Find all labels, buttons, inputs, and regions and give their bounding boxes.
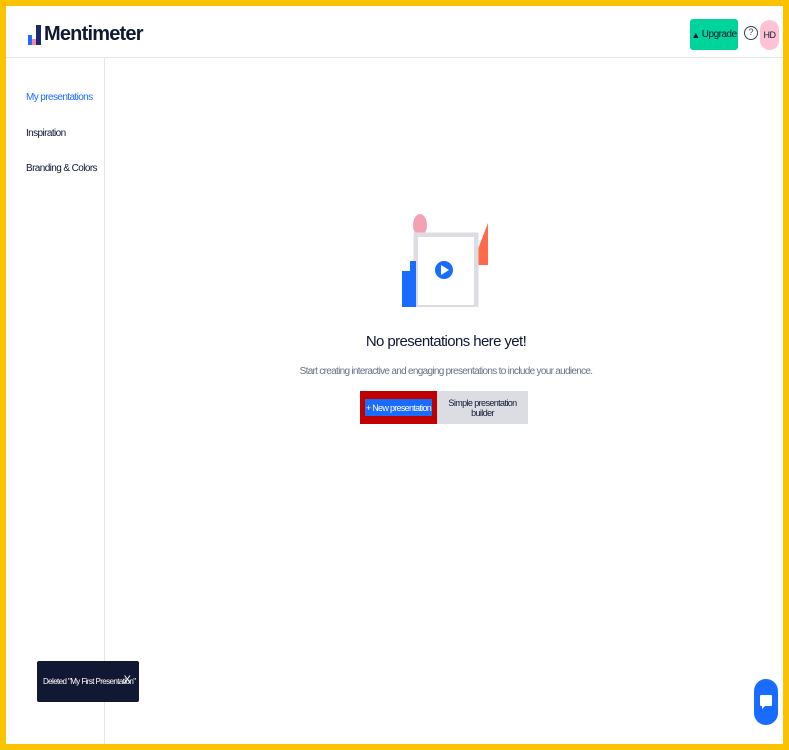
empty-state-illustration bbox=[402, 214, 488, 307]
toast-message: Deleted "My First Presentation" bbox=[43, 677, 136, 686]
toast-notification: Deleted "My First Presentation" X bbox=[37, 661, 139, 702]
chat-icon bbox=[760, 695, 772, 709]
sidebar-item-inspiration[interactable]: Inspiration bbox=[26, 128, 66, 139]
app-window: Mentimeter ▲ Upgrade ? HD My presentatio… bbox=[0, 0, 789, 750]
logo-text: Mentimeter bbox=[44, 23, 144, 45]
top-bar: Mentimeter ▲ Upgrade ? HD bbox=[6, 6, 783, 58]
simple-presentation-builder-button[interactable]: Simple presentation builder bbox=[437, 391, 528, 424]
play-icon bbox=[435, 261, 453, 279]
upgrade-label: Upgrade bbox=[701, 29, 737, 40]
chat-button[interactable] bbox=[754, 679, 778, 725]
empty-state-title: No presentations here yet! bbox=[365, 333, 527, 350]
close-icon[interactable]: X bbox=[124, 674, 131, 686]
sidebar-item-my-presentations[interactable]: My presentations bbox=[26, 92, 93, 103]
empty-state-subtitle: Start creating interactive and engaging … bbox=[299, 366, 593, 377]
sidebar-item-branding-colors[interactable]: Branding & Colors bbox=[26, 163, 98, 174]
upgrade-button[interactable]: ▲ Upgrade bbox=[690, 19, 738, 50]
new-presentation-button[interactable]: + New presentation bbox=[365, 399, 432, 416]
logo-mark-icon bbox=[28, 24, 41, 45]
avatar[interactable]: HD bbox=[760, 20, 779, 50]
help-icon[interactable]: ? bbox=[744, 26, 758, 40]
mentimeter-logo[interactable]: Mentimeter bbox=[28, 23, 144, 46]
sidebar: My presentations Inspiration Branding & … bbox=[6, 58, 105, 744]
upgrade-arrow-icon: ▲ bbox=[691, 29, 700, 40]
